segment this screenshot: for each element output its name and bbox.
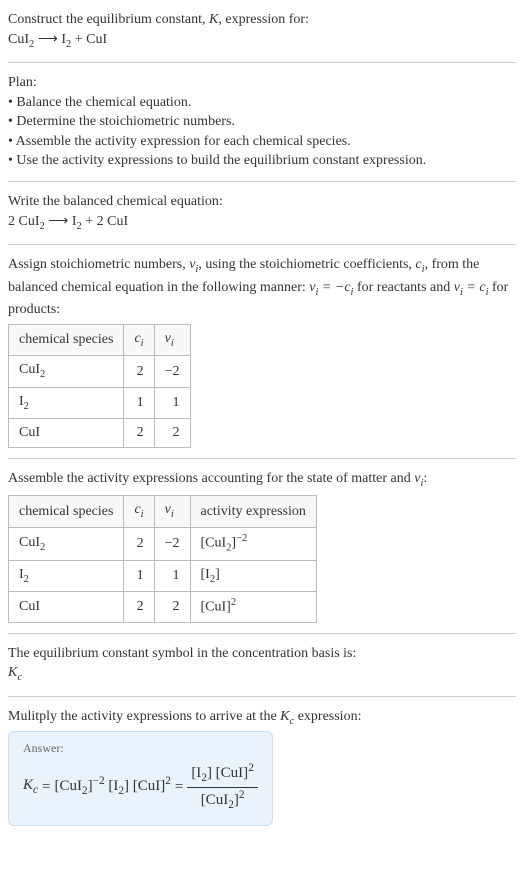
plan-bullet: • Determine the stoichiometric numbers. [8,112,516,132]
activity-table: chemical species ci νi activity expressi… [8,495,317,622]
kc-symbol: Kc [8,663,516,685]
multiply-line: Mulitply the activity expressions to arr… [8,707,516,729]
cell-nui: 1 [154,560,190,591]
cell-species: CuI [9,419,124,448]
basis-line: The equilibrium constant symbol in the c… [8,644,516,664]
divider [8,633,516,634]
cell-nui: 2 [154,419,190,448]
plan-section: Plan: • Balance the chemical equation. •… [8,67,516,177]
equals-sign: = [42,777,50,798]
cell-nui: −2 [154,527,190,560]
cell-ci: 2 [124,592,154,622]
stoich-text: Assign stoichiometric numbers, νi, using… [8,255,516,320]
plan-bullet: • Assemble the activity expression for e… [8,132,516,152]
fraction-denominator: [CuI2]2 [187,788,258,814]
col-activity: activity expression [190,496,316,527]
cell-species: CuI [9,592,124,622]
nu-eq-c: νi = ci [454,280,489,295]
table-header-row: chemical species ci νi [9,324,191,355]
activity-section: Assemble the activity expressions accoun… [8,463,516,629]
cell-nui: −2 [154,356,190,387]
activity-text-a: Assemble the activity expressions accoun… [8,471,414,486]
table-row: CuI 2 2 [9,419,191,448]
col-nui: νi [154,324,190,355]
divider [8,181,516,182]
activity-text-b: : [423,471,427,486]
table-row: CuI 2 2 [CuI]2 [9,592,317,622]
intro-text-pre: Construct the equilibrium constant, [8,12,209,27]
plan-bullet: • Balance the chemical equation. [8,93,516,113]
multiply-text-a: Mulitply the activity expressions to arr… [8,709,280,724]
plan-bullet: • Use the activity expressions to build … [8,151,516,171]
stoich-section: Assign stoichiometric numbers, νi, using… [8,249,516,454]
col-ci: ci [124,496,154,527]
cell-ci: 2 [124,527,154,560]
cell-species: I2 [9,560,124,591]
c-symbol: ci [415,257,424,272]
nu-eq-neg-c: νi = −ci [309,280,353,295]
stoich-text-d: for reactants and [353,280,453,295]
intro-line: Construct the equilibrium constant, K, e… [8,10,516,30]
balanced-equation: 2 CuI2 ⟶ I2 + 2 CuI [8,212,516,234]
stoich-table: chemical species ci νi CuI2 2 −2 I2 1 1 … [8,324,191,448]
basis-section: The equilibrium constant symbol in the c… [8,638,516,692]
fraction-numerator: [I2] [CuI]2 [187,761,258,788]
intro-text-post: , expression for: [218,12,309,27]
answer-label: Answer: [23,740,258,757]
cell-nui: 1 [154,387,190,418]
cell-activity: [CuI]2 [190,592,316,622]
kc-lhs: Kc [23,775,38,799]
divider [8,244,516,245]
table-row: CuI2 2 −2 [CuI2]−2 [9,527,317,560]
balanced-title: Write the balanced chemical equation: [8,192,516,212]
cell-species: CuI2 [9,356,124,387]
equals-sign: = [175,777,183,798]
table-row: I2 1 1 [9,387,191,418]
multiply-section: Mulitply the activity expressions to arr… [8,701,516,833]
cell-activity: [I2] [190,560,316,591]
cell-ci: 2 [124,356,154,387]
cell-species: I2 [9,387,124,418]
divider [8,696,516,697]
kc-symbol-inline: Kc [280,709,294,724]
answer-expression: Kc = [CuI2]−2 [I2] [CuI]2 = [I2] [CuI]2 … [23,761,258,814]
col-ci: ci [124,324,154,355]
cell-ci: 1 [124,560,154,591]
intro-equation: CuI2 ⟶ I2 + CuI [8,30,516,52]
answer-box: Answer: Kc = [CuI2]−2 [I2] [CuI]2 = [I2]… [8,731,273,826]
nu-symbol: νi [189,257,198,272]
intro-var-k: K [209,12,218,27]
product-expr: [CuI2]−2 [I2] [CuI]2 [54,774,170,800]
divider [8,458,516,459]
plan-title: Plan: [8,73,516,93]
multiply-text-b: expression: [294,709,361,724]
activity-text: Assemble the activity expressions accoun… [8,469,516,491]
stoich-text-b: , using the stoichiometric coefficients, [198,257,415,272]
cell-ci: 1 [124,387,154,418]
divider [8,62,516,63]
table-header-row: chemical species ci νi activity expressi… [9,496,317,527]
cell-ci: 2 [124,419,154,448]
cell-species: CuI2 [9,527,124,560]
table-row: I2 1 1 [I2] [9,560,317,591]
balanced-section: Write the balanced chemical equation: 2 … [8,186,516,240]
table-row: CuI2 2 −2 [9,356,191,387]
cell-nui: 2 [154,592,190,622]
col-nui: νi [154,496,190,527]
stoich-text-a: Assign stoichiometric numbers, [8,257,189,272]
cell-activity: [CuI2]−2 [190,527,316,560]
fraction: [I2] [CuI]2 [CuI2]2 [187,761,258,814]
col-species: chemical species [9,496,124,527]
intro-section: Construct the equilibrium constant, K, e… [8,4,516,58]
col-species: chemical species [9,324,124,355]
